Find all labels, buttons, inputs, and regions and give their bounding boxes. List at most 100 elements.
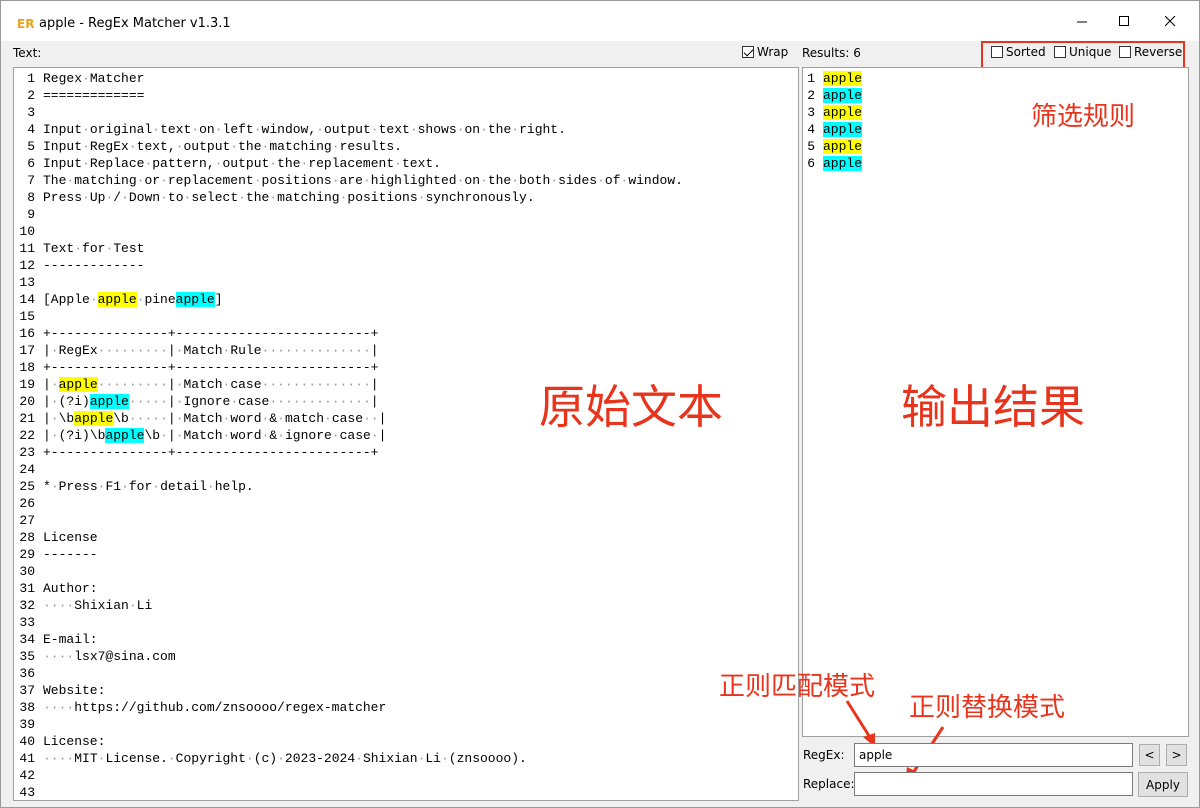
replace-input[interactable]: [854, 772, 1133, 796]
line-number: 8: [27, 190, 35, 205]
text-segment: E-mail:: [43, 632, 98, 647]
whitespace-marker: ·: [245, 751, 254, 766]
text-segment: Input·original·text·on·left·window,·outp…: [43, 122, 566, 137]
text-line[interactable]: Input·original·text·on·left·window,·outp…: [43, 121, 683, 138]
text-line[interactable]: The·matching·or·replacement·positions·ar…: [43, 172, 683, 189]
text-run: Text: [43, 241, 75, 256]
text-line[interactable]: ····Shixian·Li: [43, 597, 683, 614]
text-line[interactable]: E-mail:: [43, 631, 683, 648]
window-title: apple - RegEx Matcher v1.3.1: [39, 16, 231, 31]
whitespace-marker: ·: [160, 173, 168, 188]
text-line[interactable]: [43, 665, 683, 682]
result-item[interactable]: apple: [823, 121, 863, 138]
line-number: 23: [19, 445, 35, 460]
line-number: 4: [27, 122, 35, 137]
text-line[interactable]: Input·Replace·pattern,·output·the·replac…: [43, 155, 683, 172]
text-line[interactable]: *·Press·F1·for·detail·help.: [43, 478, 683, 495]
text-line[interactable]: +---------------+-----------------------…: [43, 325, 683, 342]
line-number: 3: [27, 105, 35, 120]
whitespace-marker: ··: [363, 411, 379, 426]
text-line[interactable]: [43, 223, 683, 240]
text-line[interactable]: License:: [43, 733, 683, 750]
text-line[interactable]: -------: [43, 546, 683, 563]
results-content[interactable]: apple apple apple apple apple apple: [823, 70, 863, 172]
whitespace-marker: ·: [511, 173, 520, 188]
text-line[interactable]: License: [43, 529, 683, 546]
text-line[interactable]: [43, 308, 683, 325]
minimize-icon: [1076, 21, 1087, 22]
text-run: case: [339, 428, 371, 443]
text-run: word: [230, 411, 262, 426]
minimize-button[interactable]: [1059, 1, 1105, 41]
result-item[interactable]: apple: [823, 87, 863, 104]
text-line[interactable]: =============: [43, 87, 683, 104]
text-line[interactable]: +---------------+-----------------------…: [43, 444, 683, 461]
text-line[interactable]: [43, 767, 683, 784]
text-run: Up: [89, 190, 106, 205]
line-number: 41: [19, 751, 35, 766]
line-number: 18: [19, 360, 35, 375]
result-item[interactable]: apple: [823, 70, 863, 87]
apply-button[interactable]: Apply: [1138, 772, 1188, 797]
line-number: 2: [27, 88, 35, 103]
text-line[interactable]: ····https://github.com/znsoooo/regex-mat…: [43, 699, 683, 716]
text-line[interactable]: |·RegEx·········|·Match·Rule············…: [43, 342, 683, 359]
text-run: for: [128, 479, 153, 494]
line-number: 7: [27, 173, 35, 188]
text-line[interactable]: [43, 512, 683, 529]
line-number: 32: [19, 598, 35, 613]
whitespace-marker: ·: [214, 122, 223, 137]
next-match-button[interactable]: >: [1166, 744, 1187, 766]
maximize-button[interactable]: [1101, 1, 1147, 41]
text-line[interactable]: [43, 461, 683, 478]
text-line[interactable]: [43, 495, 683, 512]
text-line[interactable]: Regex·Matcher: [43, 70, 683, 87]
text-run: License: [43, 530, 98, 545]
text-line[interactable]: ····lsx7@sina.com: [43, 648, 683, 665]
line-number: 6: [27, 156, 35, 171]
text-line[interactable]: -------------: [43, 257, 683, 274]
close-button[interactable]: [1147, 1, 1193, 41]
result-item[interactable]: apple: [823, 155, 863, 172]
line-number: 26: [19, 496, 35, 511]
whitespace-marker: ·: [152, 479, 161, 494]
text-line[interactable]: ····MIT·License.·Copyright·(c)·2023-2024…: [43, 750, 683, 767]
text-line[interactable]: [43, 104, 683, 121]
text-line[interactable]: [43, 563, 683, 580]
text-run: Down: [128, 190, 161, 205]
text-run: of: [604, 173, 621, 188]
text-run: to: [167, 190, 184, 205]
regex-input[interactable]: [854, 743, 1133, 767]
wrap-checkbox[interactable]: Wrap: [742, 45, 788, 59]
result-item[interactable]: apple: [823, 104, 863, 121]
result-item[interactable]: apple: [823, 138, 863, 155]
text-run: Match: [183, 377, 223, 392]
text-line[interactable]: Author:: [43, 580, 683, 597]
text-line[interactable]: Press·Up·/·Down·to·select·the·matching·p…: [43, 189, 683, 206]
text-line[interactable]: [43, 614, 683, 631]
prev-match-button[interactable]: <: [1139, 744, 1160, 766]
text-run: ignore: [284, 428, 332, 443]
text-segment: Regex·Matcher: [43, 71, 144, 86]
text-segment: ·pine: [137, 292, 176, 307]
text-segment: Text·for·Test: [43, 241, 144, 256]
text-run: Author:: [43, 581, 98, 596]
text-line[interactable]: [43, 206, 683, 223]
text-run: the: [487, 173, 512, 188]
text-line[interactable]: [43, 274, 683, 291]
text-segment: |·: [43, 377, 59, 392]
text-line[interactable]: [43, 716, 683, 733]
text-run: matching: [277, 190, 340, 205]
text-run: Input: [43, 122, 83, 137]
text-line[interactable]: [Apple·apple·pineapple]: [43, 291, 683, 308]
text-line[interactable]: Website:: [43, 682, 683, 699]
result-line-number: 2: [807, 88, 815, 103]
wrap-checkbox-box[interactable]: [742, 46, 754, 58]
whitespace-marker: ·: [253, 122, 262, 137]
text-line[interactable]: Input·RegEx·text,·output·the·matching·re…: [43, 138, 683, 155]
text-run: (c): [253, 751, 278, 766]
text-line[interactable]: Text·for·Test: [43, 240, 683, 257]
regex-matcher-logo-icon: ER: [17, 17, 34, 30]
text-line[interactable]: [43, 784, 683, 800]
text-run: ]: [214, 292, 223, 307]
